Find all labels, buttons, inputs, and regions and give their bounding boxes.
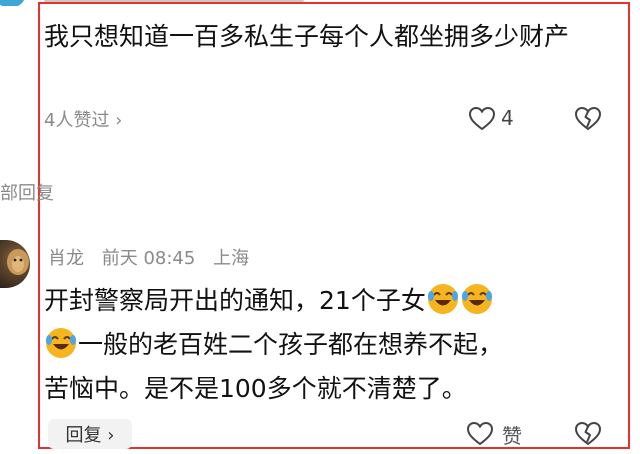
comment-2-meta: 肖龙 前天 08:45 上海 [48,244,261,270]
sidebar-reply-label[interactable]: 部回复 [0,179,54,205]
broken-heart-icon[interactable] [574,106,602,135]
comment-2-text-part3: 苦恼中。是不是100多个就不清楚了。 [44,374,467,403]
reply-button[interactable]: 回复 › [48,419,132,449]
heart-outline-icon[interactable] [468,106,496,135]
comment-2-time: 前天 08:45 [101,248,196,269]
comment-2-text-part2: 一般的老百姓二个孩子都在想养不起， [78,330,504,359]
broken-heart-icon[interactable] [574,421,602,450]
comment-1-likes-link[interactable]: 4人赞过 › [44,106,122,132]
comment-2-location: 上海 [213,248,250,269]
comment-2-like-label[interactable]: 赞 [502,420,522,449]
previous-avatar [0,0,26,6]
laughing-crying-emoji [460,281,494,315]
avatar[interactable] [0,240,30,288]
comment-1-like-count: 4 [501,106,514,130]
comment-2-author[interactable]: 肖龙 [48,248,84,269]
laughing-crying-emoji [426,281,460,315]
comment-2-text: 开封警察局开出的通知，21个子女 一般的老百姓二个孩子都在想养不起， 苦恼中。是… [44,279,614,411]
comment-1-text: 我只想知道一百多私生子每个人都坐拥多少财产 [44,22,570,51]
laughing-crying-emoji [44,325,78,359]
comment-2-text-part1: 开封警察局开出的通知，21个子女 [44,286,426,315]
heart-outline-icon[interactable] [466,421,494,450]
